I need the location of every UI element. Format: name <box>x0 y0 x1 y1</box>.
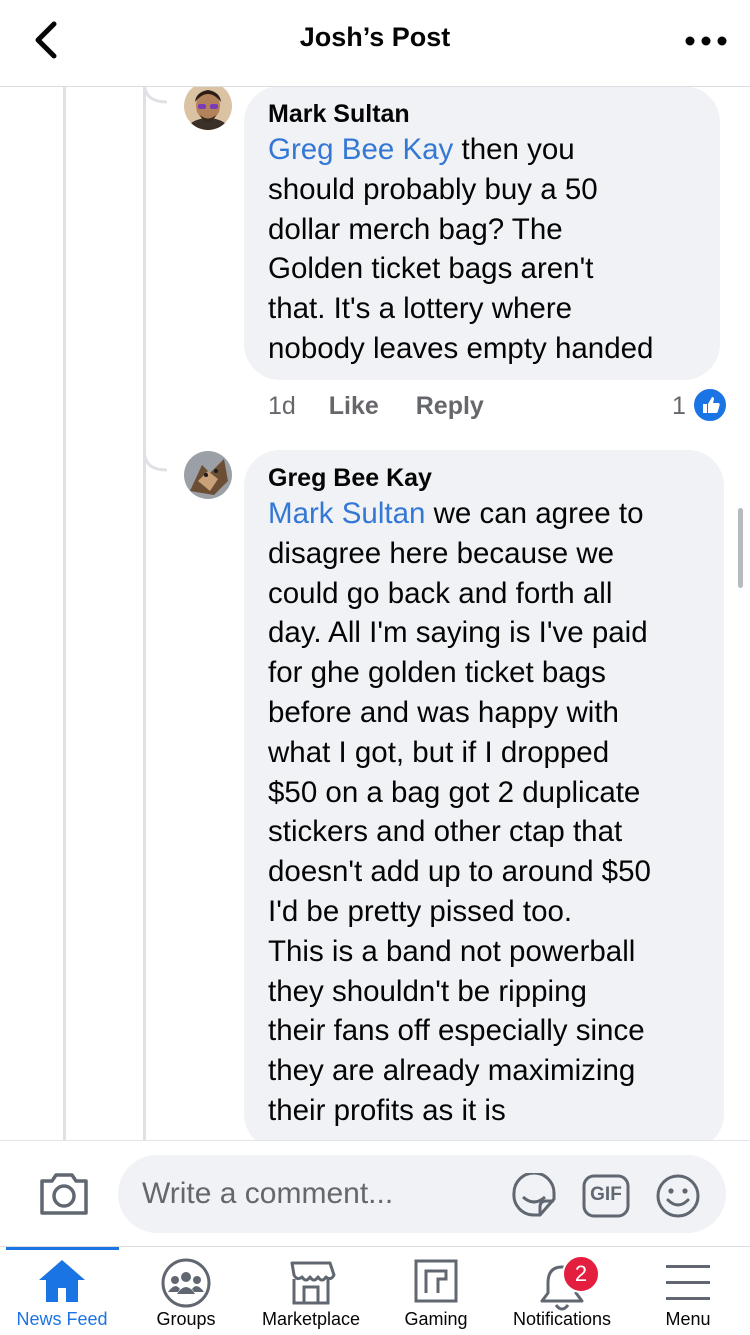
mention-link[interactable]: Greg Bee Kay <box>268 133 453 166</box>
comment-placeholder: Write a comment... <box>142 1177 394 1210</box>
comment-bubble: Greg Bee Kay Mark Sultan we can agree to… <box>244 450 724 1150</box>
tab-label: Gaming <box>404 1309 468 1329</box>
tab-label: Groups <box>156 1309 216 1329</box>
scrollbar[interactable] <box>738 508 743 588</box>
sticker-icon <box>512 1171 556 1217</box>
tab-label: Marketplace <box>261 1309 361 1329</box>
header-bar: Josh’s Post <box>0 0 750 87</box>
more-options-button[interactable] <box>684 26 728 56</box>
gif-label: GIF <box>590 1184 622 1205</box>
page-title: Josh’s Post <box>299 22 451 52</box>
sticker-button[interactable] <box>510 1171 558 1219</box>
like-reaction-icon <box>692 387 728 423</box>
tab-gaming[interactable]: Gaming <box>374 1247 498 1335</box>
tab-label: Notifications <box>512 1309 612 1329</box>
tab-menu[interactable]: Menu <box>626 1247 750 1335</box>
tab-notifications[interactable]: 2 Notifications <box>498 1247 626 1335</box>
bottom-tab-bar: News Feed Groups Marketplace Gaming 2 No… <box>0 1246 750 1335</box>
menu-icon <box>666 1265 710 1300</box>
like-button[interactable]: Like <box>329 392 379 420</box>
home-icon <box>39 1260 85 1302</box>
avatar[interactable] <box>184 451 232 499</box>
thread-line <box>143 86 146 1140</box>
emoji-icon <box>656 1174 700 1218</box>
reaction-count[interactable]: 1 <box>672 392 686 421</box>
gaming-icon <box>414 1259 458 1303</box>
tab-groups[interactable]: Groups <box>124 1247 248 1335</box>
groups-icon <box>161 1258 211 1308</box>
camera-button[interactable] <box>38 1169 90 1217</box>
tab-news-feed[interactable]: News Feed <box>0 1247 124 1335</box>
tab-marketplace[interactable]: Marketplace <box>248 1247 374 1335</box>
comment-bubble: Mark Sultan Greg Bee Kay then you should… <box>244 86 720 380</box>
comment-text: Greg Bee Kay then you should probably bu… <box>268 133 654 365</box>
comment-timestamp: 1d <box>268 392 296 420</box>
reply-connector <box>143 440 168 472</box>
comment-author[interactable]: Greg Bee Kay <box>268 462 700 494</box>
tab-label: News Feed <box>16 1309 108 1329</box>
notification-badge: 2 <box>562 1255 600 1293</box>
mention-link[interactable]: Mark Sultan <box>268 497 425 530</box>
thread-line <box>63 86 66 1140</box>
comment-author[interactable]: Mark Sultan <box>268 98 696 130</box>
avatar[interactable] <box>184 82 232 130</box>
comment-meta: 1d Like Reply <box>268 392 484 421</box>
emoji-button[interactable] <box>654 1173 702 1219</box>
marketplace-icon <box>290 1261 336 1305</box>
camera-icon <box>40 1173 88 1215</box>
comment-text: Mark Sultan we can agree to disagree her… <box>268 497 651 1127</box>
reply-button[interactable]: Reply <box>416 392 484 420</box>
comment-input[interactable]: Write a comment... GIF <box>118 1155 726 1233</box>
comment-composer: Write a comment... GIF <box>0 1140 750 1247</box>
gif-button[interactable]: GIF <box>582 1173 630 1219</box>
reply-connector <box>143 86 168 104</box>
tab-label: Menu <box>665 1309 711 1329</box>
more-dots-icon <box>685 36 727 46</box>
